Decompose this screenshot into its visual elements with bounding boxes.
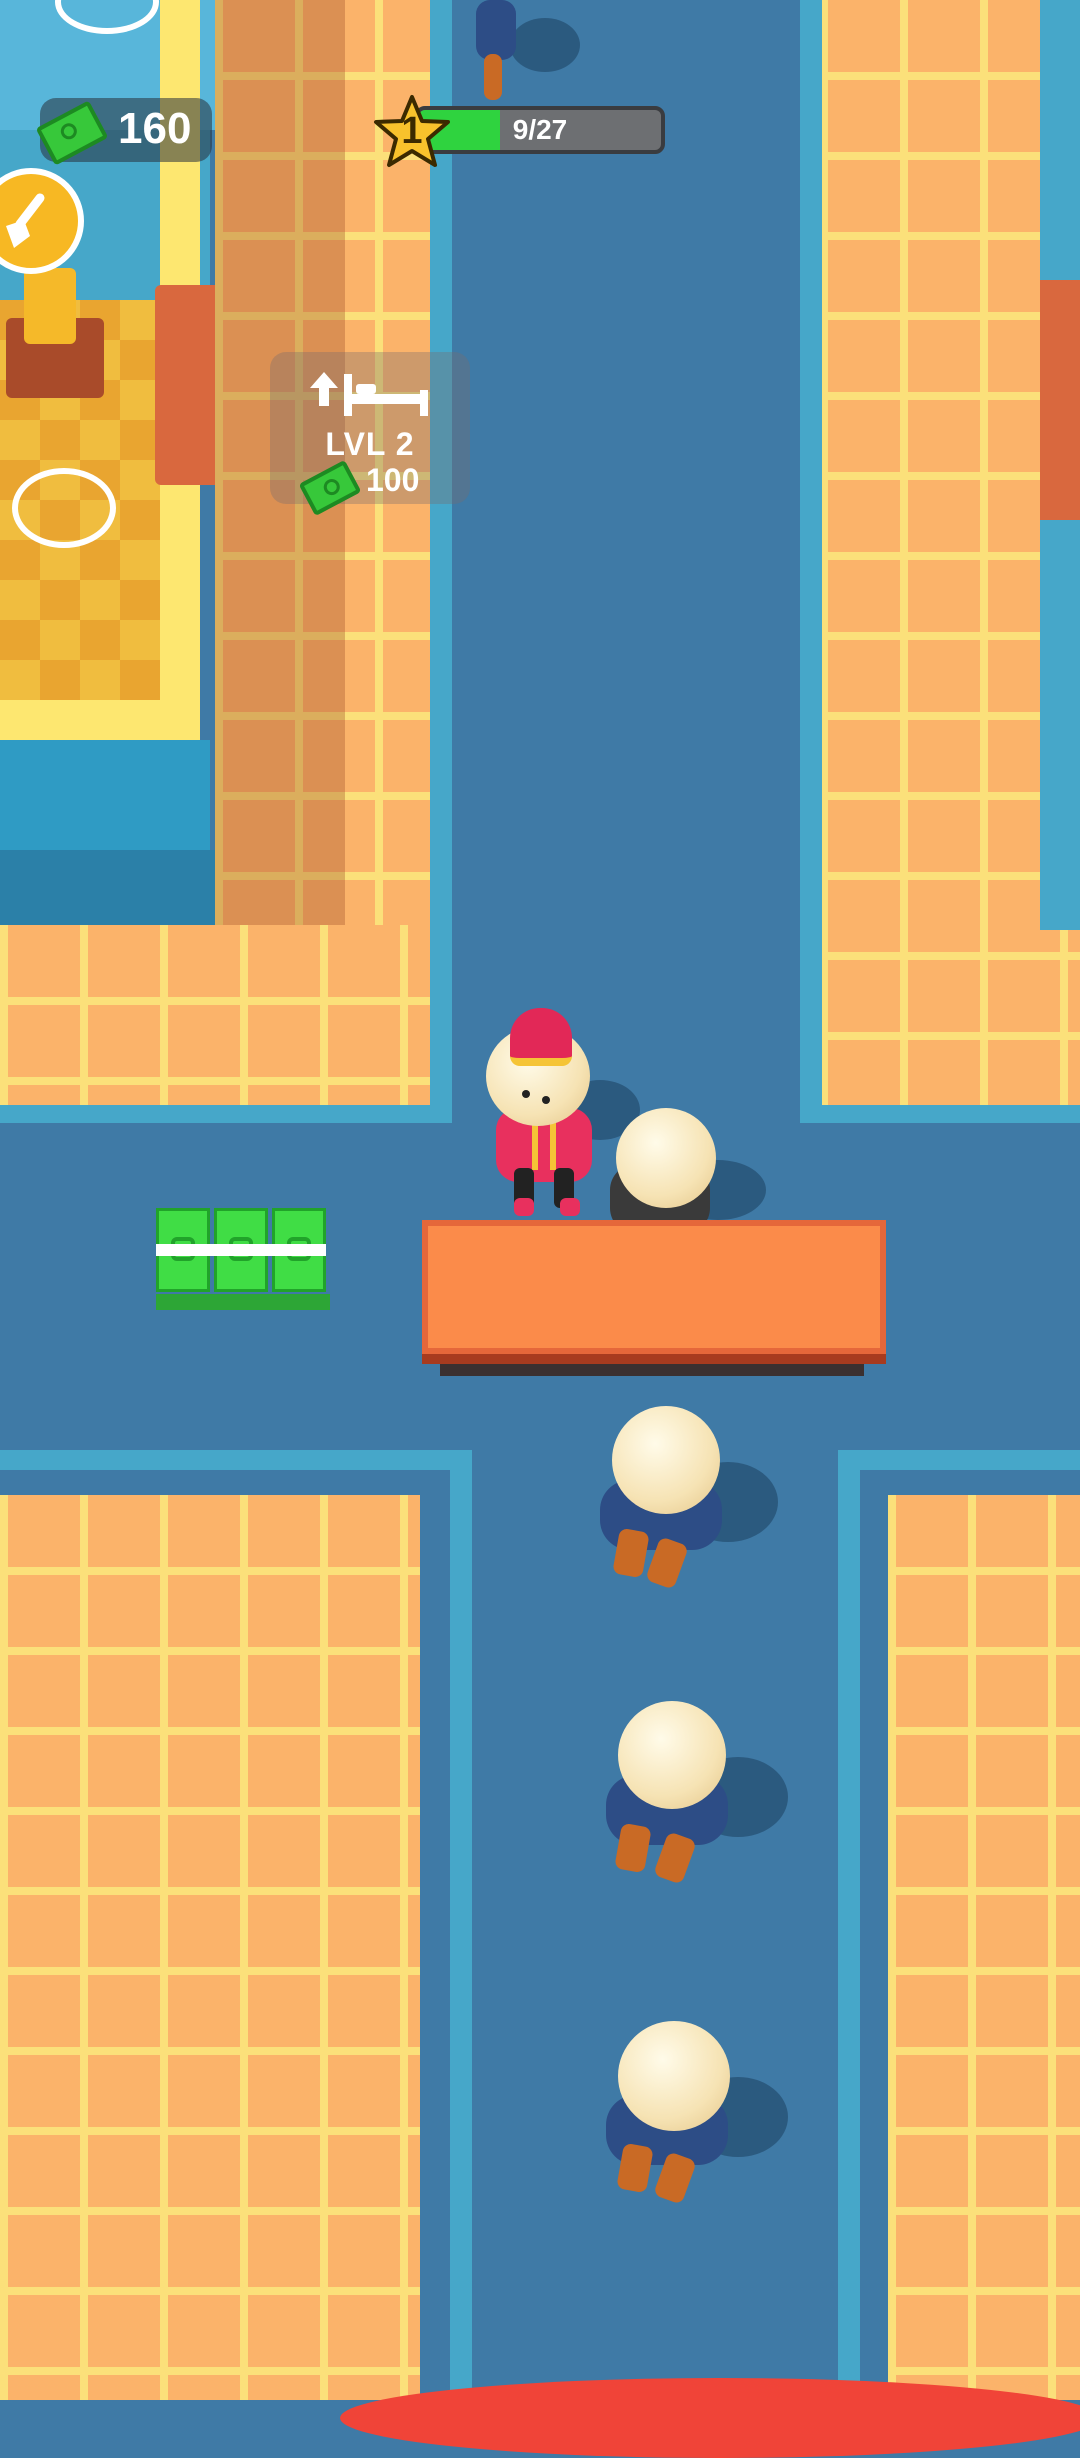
cash-counter: 160 xyxy=(35,98,212,166)
cash-stack[interactable] xyxy=(156,1208,330,1310)
bed-upgrade-icon xyxy=(310,372,428,416)
reception-counter[interactable] xyxy=(422,1220,886,1354)
walkway-border-right-upper xyxy=(800,0,822,1120)
walkway-border-hz-upper-left xyxy=(0,1105,452,1123)
cash-icon xyxy=(35,100,109,166)
floor-tiles-left-band xyxy=(0,925,430,1105)
floor-tiles-lower-left xyxy=(0,1495,420,2400)
room-blue-base xyxy=(0,740,210,850)
customer-queue-2 xyxy=(594,1695,794,1895)
walkway-border-hz-lower-right xyxy=(838,1450,1080,1470)
walkway-border-hz-upper-right xyxy=(800,1105,1080,1123)
upgrade-price: 100 xyxy=(366,462,420,498)
customer-top xyxy=(470,0,590,110)
level-progress-bar: 9/27 xyxy=(415,106,665,154)
progress-text: 9/27 xyxy=(512,114,568,145)
room-blue-base-dark xyxy=(0,850,215,925)
customer-queue-1 xyxy=(588,1400,788,1600)
cash-amount: 160 xyxy=(118,104,192,153)
placement-ring-room[interactable] xyxy=(12,468,116,548)
counter-shadow xyxy=(440,1362,864,1376)
walkway-border-right-lower xyxy=(838,1450,860,2400)
game-scene: LVL 2 100 xyxy=(0,0,1080,2458)
lamp xyxy=(24,268,76,344)
level-number: 1 xyxy=(401,110,423,152)
floor-tiles-lower-right xyxy=(888,1495,1080,2400)
room-yellow-bottom xyxy=(0,700,200,740)
walkway-border-hz-lower-left xyxy=(0,1450,470,1470)
star-icon: 1 xyxy=(372,94,452,170)
upgrade-level-label: LVL 2 xyxy=(325,426,415,462)
customer-queue-3 xyxy=(594,2015,794,2215)
right-wall-brick xyxy=(1040,280,1080,520)
entrance-arc xyxy=(340,2378,1080,2458)
broom-icon[interactable] xyxy=(0,168,84,274)
walkway-border-left-lower xyxy=(450,1450,472,2400)
bellhop-player xyxy=(470,1000,640,1225)
room-upgrade-panel[interactable]: LVL 2 100 xyxy=(270,352,470,517)
